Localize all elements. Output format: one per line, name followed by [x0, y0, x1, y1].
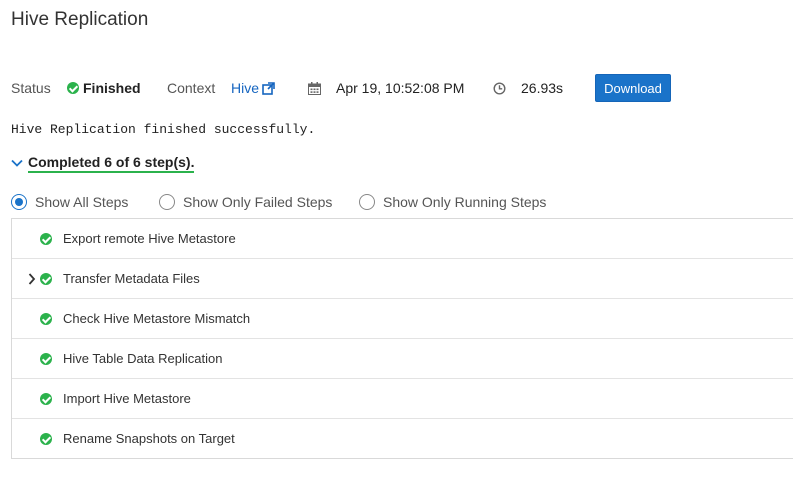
chevron-down-icon[interactable] [11, 153, 24, 173]
step-label: Import Hive Metastore [63, 391, 191, 406]
page-title: Hive Replication [11, 9, 149, 30]
filter-all-steps[interactable]: Show All Steps [11, 192, 128, 212]
check-circle-icon [40, 233, 52, 245]
step-row: Check Hive Metastore Mismatch [12, 299, 793, 339]
check-circle-icon [40, 433, 52, 445]
status-bar: Status Finished Context Hive Apr 19, 10:… [11, 74, 791, 102]
check-circle-icon [40, 353, 52, 365]
step-row: Rename Snapshots on Target [12, 419, 793, 459]
step-row: Import Hive Metastore [12, 379, 793, 419]
calendar-icon [308, 74, 321, 102]
check-circle-icon [40, 313, 52, 325]
clock-icon [493, 74, 506, 102]
result-message: Hive Replication finished successfully. [11, 122, 316, 137]
filter-running-steps[interactable]: Show Only Running Steps [359, 192, 546, 212]
check-circle-icon [67, 82, 79, 94]
external-link-icon[interactable] [262, 81, 275, 95]
radio-button[interactable] [359, 194, 375, 210]
step-label: Export remote Hive Metastore [63, 231, 236, 246]
steps-list: Export remote Hive Metastore Transfer Me… [11, 218, 793, 459]
status-value: Finished [67, 74, 141, 102]
step-row: Hive Table Data Replication [12, 339, 793, 379]
radio-button[interactable] [11, 194, 27, 210]
check-circle-icon [40, 273, 52, 285]
check-circle-icon [40, 393, 52, 405]
step-filter-group: Show All Steps Show Only Failed Steps Sh… [11, 192, 791, 212]
context-link[interactable]: Hive [231, 74, 275, 102]
filter-label: Show Only Failed Steps [183, 194, 333, 210]
filter-label: Show Only Running Steps [383, 194, 547, 210]
step-label: Transfer Metadata Files [63, 271, 200, 286]
step-label: Rename Snapshots on Target [63, 431, 235, 446]
chevron-right-icon[interactable] [28, 272, 38, 286]
step-row[interactable]: Transfer Metadata Files [12, 259, 793, 299]
step-row: Export remote Hive Metastore [12, 219, 793, 259]
step-label: Hive Table Data Replication [63, 351, 223, 366]
completed-steps-toggle[interactable]: Completed 6 of 6 step(s). [11, 153, 195, 173]
filter-failed-steps[interactable]: Show Only Failed Steps [159, 192, 332, 212]
status-label: Status [11, 80, 51, 96]
status-text: Finished [83, 80, 141, 96]
context-label: Context [167, 80, 216, 96]
filter-label: Show All Steps [35, 194, 129, 210]
step-label: Check Hive Metastore Mismatch [63, 311, 251, 326]
radio-button[interactable] [159, 194, 175, 210]
context-link-text[interactable]: Hive [231, 80, 259, 96]
duration: 26.93s [521, 80, 564, 96]
completed-steps-label[interactable]: Completed 6 of 6 step(s). [28, 154, 195, 173]
download-button[interactable]: Download [595, 74, 671, 102]
start-date: Apr 19, 10:52:08 PM [336, 80, 465, 96]
